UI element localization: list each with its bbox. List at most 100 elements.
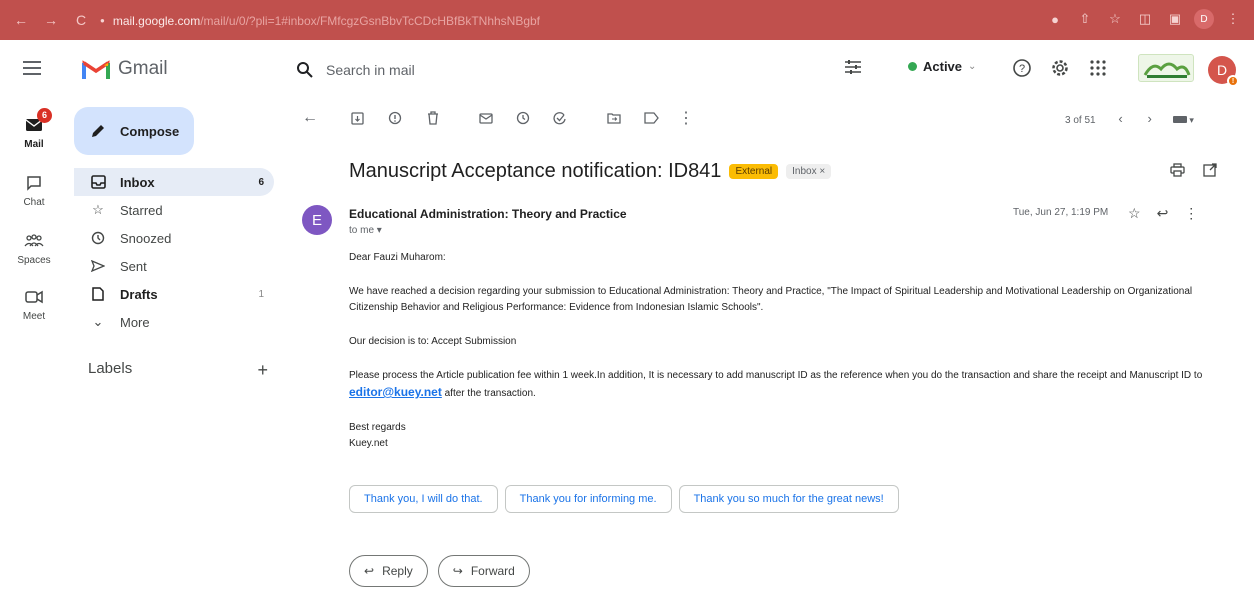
back-icon[interactable]: ← [8,7,34,33]
svg-text:?: ? [1019,63,1025,75]
mark-unread-icon[interactable] [476,108,496,128]
print-icon[interactable] [1170,163,1185,177]
sidebar-item-drafts[interactable]: Drafts 1 [74,280,274,308]
sidebar-item-sent[interactable]: Sent [74,252,274,280]
email-subject: Manuscript Acceptance notification: ID84… [349,160,722,182]
status-label: Active [923,59,963,74]
label-icon[interactable] [641,108,661,128]
help-icon[interactable]: ? [1010,56,1034,80]
address-bar[interactable]: ● mail.google.com/mail/u/0/?pli=1#inbox/… [100,8,1010,33]
input-tools-icon[interactable] [1172,116,1187,123]
external-badge: External [729,164,779,179]
chevron-left-icon[interactable]: ‹ [1118,111,1122,126]
more-options-icon[interactable]: ⋮ [676,108,696,128]
extensions-puzzle-icon[interactable]: ◫ [1134,8,1156,30]
extension-icon[interactable]: ● [1044,8,1066,30]
body-paragraph: We have reached a decision regarding you… [349,286,1193,313]
labels-heading: Labels [88,360,133,377]
rail-item-spaces[interactable]: Spaces [0,230,68,266]
forward-label: Forward [470,564,515,578]
move-to-icon[interactable] [604,108,624,128]
rail-item-meet[interactable]: Meet [0,286,68,322]
bookmark-star-icon[interactable]: ☆ [1104,8,1126,30]
chevron-down-icon: ⌄ [92,314,104,329]
smart-reply-button[interactable]: Thank you for informing me. [504,485,672,513]
sidebar-item-more[interactable]: ⌄ More [74,308,274,336]
search-icon[interactable] [296,61,314,79]
reply-actions: ↩ Reply ↪ Forward [349,555,530,587]
sender-name[interactable]: Educational Administration: Theory and P… [349,207,627,221]
subject-actions [1170,163,1217,177]
decision-line: Our decision is to: Accept Submission [349,336,517,347]
sidebar-item-label: More [120,314,150,330]
chat-icon [20,172,48,194]
body-paragraph: Please process the Article publication f… [349,368,1229,402]
compose-label: Compose [120,123,180,139]
search-options-icon[interactable] [843,58,863,76]
url-host: mail.google.com [112,13,201,28]
smart-reply-button[interactable]: Thank you so much for the great news! [678,485,899,513]
gmail-m-icon [82,59,110,79]
star-icon: ☆ [92,202,104,217]
forward-icon[interactable]: → [38,7,64,33]
alert-badge-icon: ! [1227,75,1239,87]
browser-profile-avatar[interactable]: D [1194,9,1214,29]
sidebar-item-label: Inbox [120,174,155,190]
compose-button[interactable]: Compose [74,107,194,155]
reply-icon[interactable]: ↩ [1157,205,1169,222]
add-label-icon[interactable]: + [257,360,268,381]
inbox-icon [88,172,108,192]
settings-gear-icon[interactable] [1048,56,1072,80]
sidepanel-icon[interactable]: ▣ [1164,8,1186,30]
browser-menu-icon[interactable]: ⋮ [1222,8,1244,30]
sender-avatar[interactable]: E [302,205,332,235]
back-to-inbox-icon[interactable]: ← [300,108,320,128]
organization-logo[interactable] [1138,54,1194,82]
clock-icon [88,228,108,248]
apps-grid-icon[interactable] [1086,56,1110,80]
draft-icon [88,284,108,304]
forward-button[interactable]: ↪ Forward [437,555,530,587]
inbox-label-chip[interactable]: Inbox × [786,164,832,179]
reply-button[interactable]: ↩ Reply [349,555,428,587]
reload-icon[interactable]: C [68,7,94,33]
archive-icon[interactable] [347,108,367,128]
search-input[interactable]: Search in mail [296,50,886,90]
editor-email-link[interactable]: editor@kuey.net [349,385,442,399]
spaces-icon [20,230,48,252]
rail-item-mail[interactable]: 6 Mail [0,108,68,150]
sidebar-item-snoozed[interactable]: Snoozed [74,224,274,252]
url-path: /mail/u/0/?pli=1#inbox/FMfcgzGsnBbvTcCDc… [200,13,541,28]
star-icon[interactable]: ☆ [1128,205,1141,222]
browser-toolbar: ← → C ● mail.google.com/mail/u/0/?pli=1#… [0,0,1254,40]
chevron-down-icon: ⌄ [968,61,977,72]
smart-reply-button[interactable]: Thank you, I will do that. [349,485,498,513]
recipient-details[interactable]: to me ▾ [349,225,382,236]
message-actions: ☆ ↩ ⋮ [1128,205,1198,222]
rail-item-chat[interactable]: Chat [0,172,68,208]
sidebar-item-starred[interactable]: ☆ Starred [74,196,274,224]
open-new-window-icon[interactable] [1203,163,1217,177]
folder-nav: Inbox 6 ☆ Starred Snoozed Sent Drafts 1 … [74,168,274,336]
account-avatar[interactable]: D ! [1208,56,1239,87]
search-placeholder: Search in mail [326,62,415,78]
email-date: Tue, Jun 27, 1:19 PM [1013,207,1109,218]
share-icon[interactable]: ⇧ [1074,8,1096,30]
chevron-down-icon[interactable]: ▾ [1189,115,1194,125]
gmail-logo[interactable]: Gmail [82,58,168,80]
status-dropdown[interactable]: Active ⌄ [908,59,976,74]
sidebar-item-label: Drafts [120,286,158,302]
chevron-right-icon[interactable]: › [1148,111,1152,126]
sidebar-item-inbox[interactable]: Inbox 6 [74,168,274,196]
delete-icon[interactable] [423,108,443,128]
report-spam-icon[interactable] [385,108,405,128]
rail-label: Spaces [17,255,51,266]
main-menu-icon[interactable] [22,60,44,78]
more-options-icon[interactable]: ⋮ [1184,205,1198,222]
email-subject-row: Manuscript Acceptance notification: ID84… [349,160,832,183]
sidebar-item-label: Sent [120,258,147,274]
add-to-tasks-icon[interactable] [550,108,570,128]
reply-icon: ↩ [364,564,375,578]
snooze-icon[interactable] [513,108,533,128]
gmail-header: Gmail Search in mail Active ⌄ ? D ! [0,40,1254,98]
